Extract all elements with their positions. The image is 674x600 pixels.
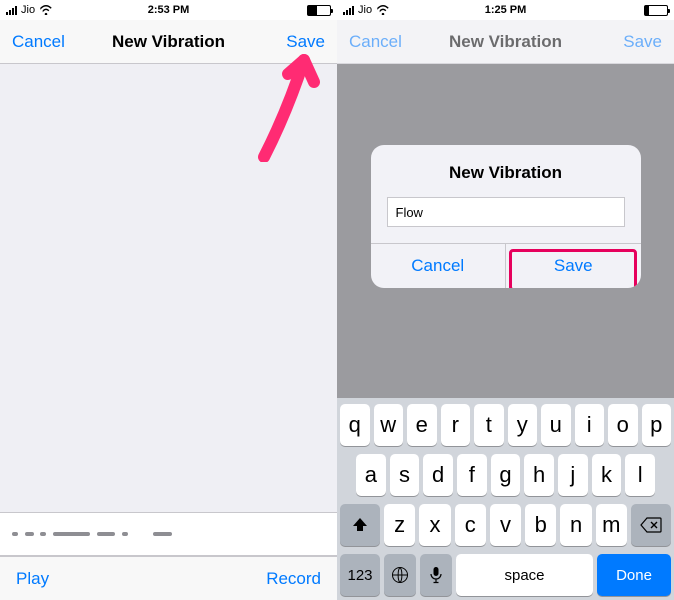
keyboard: q w e r t y u i o p a s d f g h j k l (337, 398, 674, 600)
key-w[interactable]: w (374, 404, 404, 446)
key-123[interactable]: 123 (340, 554, 380, 596)
device-left-new-vibration: Jio 2:53 PM Cancel New Vibration Save (0, 0, 337, 600)
alert-title: New Vibration (371, 145, 641, 197)
key-y[interactable]: y (508, 404, 538, 446)
key-done[interactable]: Done (597, 554, 671, 596)
key-f[interactable]: f (457, 454, 487, 496)
clock: 2:53 PM (148, 4, 190, 16)
key-j[interactable]: j (558, 454, 588, 496)
key-shift[interactable] (340, 504, 380, 546)
status-bar: Jio 2:53 PM (0, 0, 337, 20)
battery-icon (307, 5, 331, 16)
alert-cancel-button[interactable]: Cancel (371, 244, 506, 288)
key-t[interactable]: t (474, 404, 504, 446)
key-globe[interactable] (384, 554, 416, 596)
key-q[interactable]: q (340, 404, 370, 446)
keyboard-row-1: q w e r t y u i o p (340, 404, 671, 446)
signal-icon (6, 5, 17, 15)
globe-icon (391, 566, 409, 584)
pattern-track (12, 532, 325, 536)
nav-bar: Cancel New Vibration Save (337, 20, 674, 64)
keyboard-row-3: z x c v b n m (340, 504, 671, 546)
save-button[interactable]: Save (286, 32, 325, 52)
key-p[interactable]: p (642, 404, 672, 446)
key-g[interactable]: g (491, 454, 521, 496)
key-s[interactable]: s (390, 454, 420, 496)
bottom-toolbar: Play Record (0, 556, 337, 600)
key-dictation[interactable] (420, 554, 452, 596)
key-space[interactable]: space (456, 554, 593, 596)
cancel-button[interactable]: Cancel (12, 32, 65, 52)
clock: 1:25 PM (485, 4, 527, 16)
key-e[interactable]: e (407, 404, 437, 446)
key-backspace[interactable] (631, 504, 671, 546)
key-h[interactable]: h (524, 454, 554, 496)
page-title: New Vibration (449, 32, 562, 52)
key-b[interactable]: b (525, 504, 556, 546)
page-title: New Vibration (112, 32, 225, 52)
key-l[interactable]: l (625, 454, 655, 496)
key-z[interactable]: z (384, 504, 415, 546)
carrier-label: Jio (21, 4, 35, 16)
vibration-pattern (0, 512, 337, 556)
key-d[interactable]: d (423, 454, 453, 496)
nav-bar: Cancel New Vibration Save (0, 20, 337, 64)
mic-icon (430, 566, 442, 584)
key-r[interactable]: r (441, 404, 471, 446)
wifi-icon (39, 5, 53, 15)
key-x[interactable]: x (419, 504, 450, 546)
save-alert: New Vibration Cancel Save (371, 145, 641, 288)
alert-save-button[interactable]: Save (505, 244, 641, 288)
record-button[interactable]: Record (266, 569, 321, 589)
status-bar: Jio 1:25 PM (337, 0, 674, 20)
vibration-canvas[interactable] (0, 64, 337, 512)
key-m[interactable]: m (596, 504, 627, 546)
key-i[interactable]: i (575, 404, 605, 446)
shift-icon (351, 516, 369, 534)
wifi-icon (376, 5, 390, 15)
key-k[interactable]: k (592, 454, 622, 496)
key-u[interactable]: u (541, 404, 571, 446)
key-o[interactable]: o (608, 404, 638, 446)
key-a[interactable]: a (356, 454, 386, 496)
keyboard-row-4: 123 space Done (340, 554, 671, 596)
save-button[interactable]: Save (623, 32, 662, 52)
keyboard-row-2: a s d f g h j k l (340, 454, 671, 496)
carrier-label: Jio (358, 4, 372, 16)
cancel-button[interactable]: Cancel (349, 32, 402, 52)
key-n[interactable]: n (560, 504, 591, 546)
signal-icon (343, 5, 354, 15)
backspace-icon (640, 517, 662, 533)
device-right-save-dialog: Jio 1:25 PM Cancel New Vibration Save Ne… (337, 0, 674, 600)
key-c[interactable]: c (455, 504, 486, 546)
vibration-name-field[interactable] (387, 197, 625, 227)
battery-icon (644, 5, 668, 16)
key-v[interactable]: v (490, 504, 521, 546)
play-button[interactable]: Play (16, 569, 49, 589)
